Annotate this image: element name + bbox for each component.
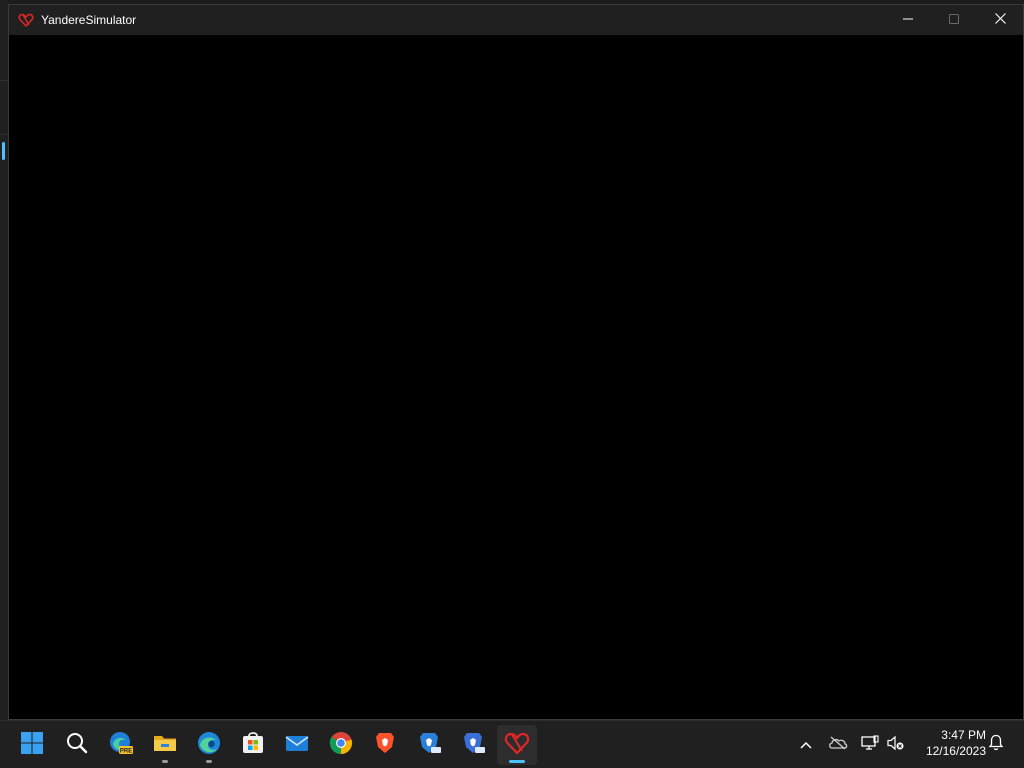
mail-icon [284,730,310,761]
notification-bell-icon [988,734,1004,756]
background-divider [0,134,8,135]
start-button[interactable] [12,725,52,765]
game-viewport[interactable] [9,35,1023,719]
onedrive-offline-icon [828,736,848,755]
running-indicator [206,760,212,763]
app-window: YandereSimulator [8,4,1024,720]
running-indicator [162,760,168,763]
clock-date: 12/16/2023 [925,744,986,758]
title-bar[interactable]: YandereSimulator [9,5,1023,35]
chrome-icon [328,730,354,761]
store-icon [240,730,266,761]
chrome-button[interactable] [321,725,361,765]
windows-logo-icon [20,731,44,760]
edge-button[interactable] [189,725,229,765]
background-window-edge [0,0,8,720]
brave-icon [372,730,398,761]
maximize-button[interactable] [931,5,977,35]
network-tray-button[interactable] [858,733,882,757]
background-selection-indicator [2,142,5,160]
chevron-up-icon [800,736,812,754]
maximize-icon [949,11,959,29]
close-button[interactable] [977,5,1023,35]
mail-button[interactable] [277,725,317,765]
window-title: YandereSimulator [41,13,137,27]
edge-preview-badge: PRE [120,748,132,754]
brave-beta-button[interactable] [409,725,449,765]
taskbar: PRE 3:47 PM 12/16/2023 [0,720,1024,768]
notification-center-button[interactable] [984,733,1008,757]
running-indicator [509,760,525,763]
microsoft-store-button[interactable] [233,725,273,765]
brave-button[interactable] [365,725,405,765]
yandere-heart-icon [504,730,530,761]
edge-preview-button[interactable]: PRE [101,725,141,765]
edge-preview-icon: PRE [108,730,134,761]
network-icon [861,734,879,756]
file-explorer-button[interactable] [145,725,185,765]
search-button[interactable] [57,725,97,765]
background-divider [0,80,8,81]
system-clock[interactable]: 3:47 PM 12/16/2023 [912,727,986,759]
show-hidden-icons-button[interactable] [794,733,818,757]
clock-time: 3:47 PM [941,728,986,742]
brave-beta-icon [416,730,442,761]
folder-icon [152,730,178,761]
minimize-icon [903,11,913,29]
onedrive-tray-button[interactable] [826,733,850,757]
volume-tray-button[interactable] [884,733,908,757]
minimize-button[interactable] [885,5,931,35]
search-icon [65,731,89,760]
brave-nightly-button[interactable] [453,725,493,765]
brave-nightly-icon [460,730,486,761]
volume-muted-icon [887,735,905,756]
edge-icon [196,730,222,761]
yandere-heart-icon [17,11,35,29]
close-icon [994,11,1006,29]
yandere-simulator-button[interactable] [497,725,537,765]
